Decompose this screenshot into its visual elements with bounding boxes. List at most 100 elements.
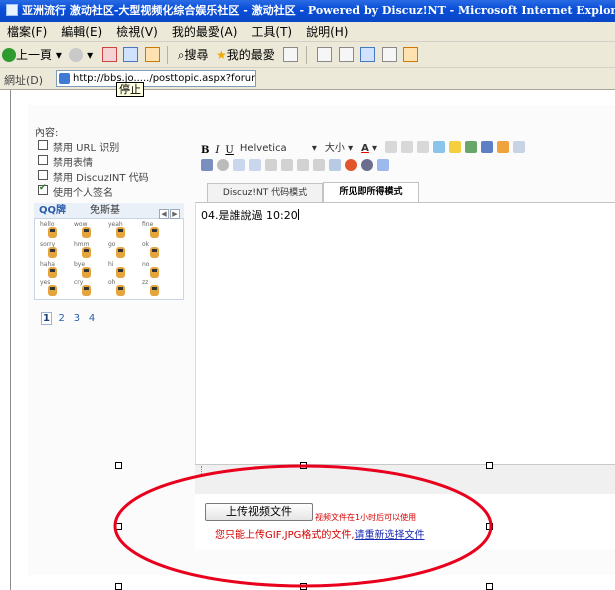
folder-icon[interactable]	[403, 47, 419, 62]
font-style-icon[interactable]	[377, 159, 389, 171]
selection-handle[interactable]	[486, 462, 493, 469]
emoticon-item[interactable]: yeah	[108, 221, 132, 241]
disable-url-checkbox[interactable]	[38, 140, 48, 150]
indent-icon[interactable]	[313, 159, 325, 171]
emoticon-item[interactable]: fine	[142, 221, 166, 241]
emoticon-item[interactable]: yes	[40, 279, 64, 299]
emoticon-tab-mianseki[interactable]: 免斯基	[90, 204, 120, 218]
emoticon-item[interactable]: hmm	[74, 241, 98, 261]
back-button[interactable]: 上一頁 ▾	[0, 46, 64, 64]
align-left-icon[interactable]	[385, 141, 398, 153]
emoticon-item[interactable]: go	[108, 241, 132, 261]
emoticon-tab-qq[interactable]: QQ牌	[39, 204, 66, 218]
menu-help[interactable]: 說明(H)	[299, 22, 355, 42]
selection-handle[interactable]	[115, 583, 122, 590]
align-center-icon[interactable]	[401, 141, 414, 153]
disable-discuz-code-label: 禁用 DiscuzINT 代码	[53, 173, 149, 184]
address-url: http://bbs.jo...../posttopic.aspx?forumi…	[73, 73, 255, 84]
use-signature-label: 使用个人签名	[53, 188, 113, 199]
emoticon-item[interactable]: zz	[142, 279, 166, 299]
favorites-button[interactable]: ★我的最愛	[214, 46, 277, 64]
emoticon-item[interactable]: sorry	[40, 241, 64, 261]
mail-icon[interactable]	[317, 47, 333, 62]
table-icon[interactable]	[329, 159, 341, 171]
ordered-list-icon[interactable]	[265, 159, 277, 171]
menu-view[interactable]: 檢視(V)	[109, 22, 165, 42]
font-size-select[interactable]: 大小 ▾	[325, 139, 353, 154]
pager-page-2[interactable]: 2	[56, 313, 67, 324]
italic-button[interactable]: I	[215, 145, 219, 157]
email-icon[interactable]	[449, 141, 462, 153]
quote-icon[interactable]	[497, 141, 510, 153]
refresh-icon[interactable]	[123, 47, 139, 62]
redo-icon[interactable]	[249, 159, 261, 171]
tab-wysiwyg-mode[interactable]: 所见即所得模式	[323, 182, 419, 203]
emoticon-item[interactable]: ok	[142, 241, 166, 261]
emoticon-item[interactable]: cry	[74, 279, 98, 299]
outdent-icon[interactable]	[297, 159, 309, 171]
emoticon-item[interactable]: no	[142, 261, 166, 281]
smiley-icon[interactable]	[217, 159, 229, 171]
browser-toolbar: 上一頁 ▾ ▾ ⌕搜尋 ★我的最愛	[0, 42, 615, 68]
history-icon[interactable]	[283, 47, 299, 62]
menu-favorites[interactable]: 我的最愛(A)	[165, 22, 245, 42]
emoticon-item[interactable]: hello	[40, 221, 64, 241]
post-editor[interactable]: 04.是誰說過 10:20	[195, 202, 615, 464]
forward-arrow-icon	[69, 48, 84, 62]
emoticon-next-icon[interactable]: ▶	[170, 209, 180, 219]
unordered-list-icon[interactable]	[281, 159, 293, 171]
code-icon[interactable]	[513, 141, 526, 153]
remove-format-icon[interactable]	[201, 159, 213, 171]
emoticon-item[interactable]: hi	[108, 261, 132, 281]
selection-handle[interactable]	[486, 523, 493, 530]
bold-button[interactable]: B	[201, 145, 209, 157]
stop-tooltip: 停止	[116, 82, 144, 97]
selection-handle[interactable]	[300, 462, 307, 469]
emoticon-item[interactable]: bye	[74, 261, 98, 281]
disable-smilies-checkbox[interactable]	[38, 155, 48, 165]
use-signature-checkbox[interactable]	[38, 183, 48, 195]
selection-handle[interactable]	[115, 462, 122, 469]
reselect-file-link[interactable]: 请重新选择文件	[355, 530, 425, 541]
resize-grip-icon[interactable]	[201, 466, 205, 474]
emoticon-item[interactable]: haha	[40, 261, 64, 281]
pager-page-4[interactable]: 4	[87, 313, 98, 324]
disable-discuz-code-checkbox[interactable]	[38, 170, 48, 180]
selection-handle[interactable]	[486, 583, 493, 590]
menu-file[interactable]: 檔案(F)	[0, 22, 54, 42]
media-icon[interactable]	[481, 141, 494, 153]
edit-page-icon[interactable]	[381, 47, 397, 62]
undo-icon[interactable]	[233, 159, 245, 171]
window-titlebar: 亚洲流行 激动社区-大型视频化综合娱乐社区 - 激动社区 - Powered b…	[0, 0, 615, 22]
alert-icon[interactable]	[345, 159, 357, 171]
image-icon[interactable]	[465, 141, 478, 153]
pager-page-3[interactable]: 3	[71, 313, 82, 324]
font-name-select[interactable]: Helvetica ▾	[240, 143, 317, 154]
emoticon-prev-icon[interactable]: ◀	[159, 209, 169, 219]
selection-handle[interactable]	[300, 583, 307, 590]
address-input[interactable]: http://bbs.jo...../posttopic.aspx?forumi…	[56, 70, 256, 87]
stop-icon[interactable]	[101, 47, 117, 62]
menu-tools[interactable]: 工具(T)	[244, 22, 299, 42]
tab-discuz-code-mode[interactable]: Discuz!NT 代码模式	[207, 183, 323, 203]
messenger-icon[interactable]	[360, 47, 376, 62]
align-right-icon[interactable]	[417, 141, 430, 153]
editor-toolbar: B I U Helvetica ▾ 大小 ▾ A ▾	[201, 135, 615, 177]
search-label: 搜尋	[184, 48, 209, 62]
link-icon[interactable]	[433, 141, 446, 153]
forward-button[interactable]: ▾	[67, 46, 95, 64]
upload-video-button[interactable]: 上传视频文件	[205, 503, 313, 521]
menu-edit[interactable]: 編輯(E)	[54, 22, 109, 42]
emoticon-item[interactable]: oh	[108, 279, 132, 299]
upload-note-text: 您只能上传GIF,JPG格式的文件,	[215, 530, 355, 541]
search-button[interactable]: ⌕搜尋	[176, 46, 211, 64]
print-icon[interactable]	[338, 47, 354, 62]
emoticon-item[interactable]: wow	[74, 221, 98, 241]
home-icon[interactable]	[144, 47, 160, 62]
font-color-button[interactable]: A ▾	[361, 143, 377, 154]
pager-page-1[interactable]: 1	[41, 312, 52, 325]
underline-button[interactable]: U	[225, 145, 233, 157]
selection-handle[interactable]	[115, 523, 122, 530]
help-icon[interactable]	[361, 159, 373, 171]
editor-resize-bar[interactable]	[195, 464, 615, 494]
